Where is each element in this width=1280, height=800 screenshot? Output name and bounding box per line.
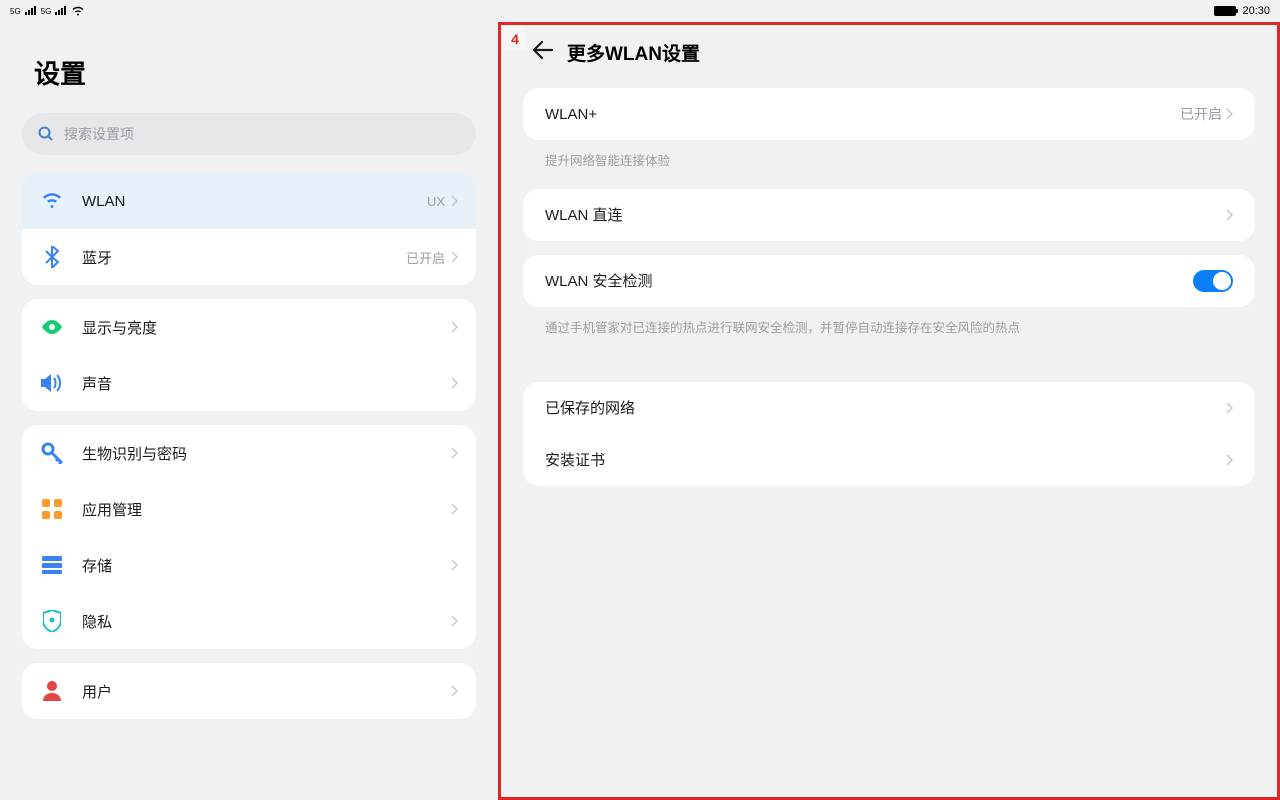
- wlan-plus-desc: 提升网络智能连接体验: [523, 140, 1255, 189]
- wifi-icon: [40, 189, 64, 213]
- bluetooth-icon: [40, 245, 64, 269]
- sidebar-item-biometric[interactable]: 生物识别与密码: [22, 425, 476, 481]
- sidebar-item-apps[interactable]: 应用管理: [22, 481, 476, 537]
- wlan-security-desc: 通过手机管家对已连接的热点进行联网安全检测，并暂停自动连接存在安全风险的热点: [523, 307, 1255, 356]
- chevron-right-icon: [451, 685, 458, 697]
- sidebar-item-bluetooth[interactable]: 蓝牙 已开启: [22, 229, 476, 285]
- search-input[interactable]: 搜索设置项: [22, 113, 476, 155]
- chevron-right-icon: [451, 251, 458, 263]
- search-placeholder: 搜索设置项: [64, 124, 134, 144]
- battery-icon: [1214, 6, 1236, 16]
- chevron-right-icon: [1226, 402, 1233, 414]
- settings-sidebar: 设置 搜索设置项 WLAN UX 蓝牙 已开启: [0, 22, 498, 800]
- chevron-right-icon: [451, 503, 458, 515]
- search-icon: [38, 126, 54, 142]
- sidebar-item-storage[interactable]: 存储: [22, 537, 476, 593]
- signal-2: 5G: [41, 7, 52, 16]
- wlan-direct-row[interactable]: WLAN 直连: [523, 189, 1255, 241]
- sidebar-item-privacy[interactable]: 隐私: [22, 593, 476, 649]
- user-icon: [40, 679, 64, 703]
- chevron-right-icon: [451, 195, 458, 207]
- shield-icon: [40, 609, 64, 633]
- status-bar: 5G 5G 20:30: [0, 0, 1280, 22]
- annotation-badge: 4: [503, 27, 527, 51]
- storage-icon: [40, 553, 64, 577]
- chevron-right-icon: [451, 615, 458, 627]
- signal-1: 5G: [10, 7, 21, 16]
- wlan-security-row: WLAN 安全检测: [523, 255, 1255, 307]
- saved-networks-row[interactable]: 已保存的网络: [523, 382, 1255, 434]
- sidebar-item-wlan[interactable]: WLAN UX: [22, 173, 476, 229]
- wifi-icon: [71, 6, 85, 16]
- sidebar-item-display[interactable]: 显示与亮度: [22, 299, 476, 355]
- chevron-right-icon: [451, 377, 458, 389]
- detail-panel: 4 更多WLAN设置 WLAN+ 已开启 提升网络智能连接体验 WLAN 直连: [498, 22, 1280, 800]
- chevron-right-icon: [451, 559, 458, 571]
- install-cert-row[interactable]: 安装证书: [523, 434, 1255, 486]
- apps-icon: [40, 497, 64, 521]
- chevron-right-icon: [1226, 209, 1233, 221]
- sidebar-item-sound[interactable]: 声音: [22, 355, 476, 411]
- key-icon: [40, 441, 64, 465]
- detail-title: 更多WLAN设置: [567, 39, 700, 66]
- wlan-plus-row[interactable]: WLAN+ 已开启: [523, 88, 1255, 140]
- chevron-right-icon: [451, 447, 458, 459]
- page-title: 设置: [22, 54, 476, 91]
- eye-icon: [40, 315, 64, 339]
- wlan-security-toggle[interactable]: [1193, 270, 1233, 292]
- sidebar-item-user[interactable]: 用户: [22, 663, 476, 719]
- chevron-right-icon: [1226, 454, 1233, 466]
- speaker-icon: [40, 371, 64, 395]
- chevron-right-icon: [1226, 108, 1233, 120]
- status-time: 20:30: [1242, 5, 1270, 17]
- back-button[interactable]: [533, 41, 553, 65]
- chevron-right-icon: [451, 321, 458, 333]
